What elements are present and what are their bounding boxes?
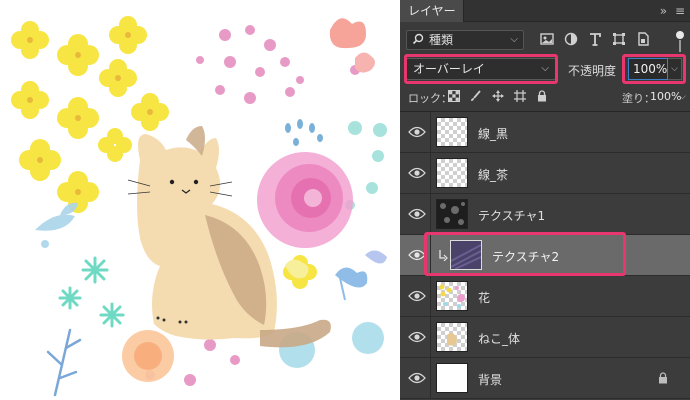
blend-mode-value: オーバーレイ [413,62,485,76]
clipping-mask-icon [439,250,448,261]
blend-mode-select[interactable]: オーバーレイ ⌵ [406,58,556,80]
divider [430,235,431,275]
layer-thumbnail [450,240,482,270]
filter-row: 種類 ⌵ [400,28,690,52]
opacity-dropdown-button[interactable]: ⌵ [668,58,682,80]
eye-icon[interactable] [408,125,426,139]
divider [430,276,431,316]
adjustment-filter-icon[interactable] [564,32,580,48]
collapse-icon[interactable]: » [660,4,667,18]
panel-menu[interactable]: » ≡ [654,0,685,22]
eye-icon[interactable] [408,330,426,344]
filter-toggle-bar [679,40,681,52]
chevron-down-icon: ⌵ [541,63,549,74]
document-canvas[interactable] [0,0,400,400]
eye-icon[interactable] [408,248,426,262]
lock-icon [659,372,667,384]
filter-toggle[interactable] [676,31,684,39]
blend-row: オーバーレイ ⌵ 不透明度 100% ⌵ [400,56,690,84]
eye-icon[interactable] [408,207,426,221]
lock-label: ロック： [408,92,452,105]
layer-name[interactable]: 花 [478,289,490,306]
layer-thumbnail [436,199,468,229]
illustration-artwork [11,16,387,397]
layer-thumbnail [436,322,468,352]
layer-thumbnail [436,363,468,393]
eye-icon[interactable] [408,166,426,180]
shape-filter-icon[interactable] [612,32,628,48]
layer-name[interactable]: テクスチャ1 [478,207,545,224]
search-icon [412,33,424,45]
eye-icon[interactable] [408,371,426,385]
layer-row[interactable]: 線_黒 [400,112,690,153]
image-filter-icon[interactable] [540,32,556,48]
layer-row[interactable]: 背景 [400,358,690,399]
divider [430,317,431,357]
lock-artboard-icon[interactable] [514,90,526,102]
layer-thumbnail [436,117,468,147]
lock-transparent-icon[interactable] [448,90,460,102]
opacity-label: 不透明度 [568,64,617,78]
layer-name[interactable]: 背景 [478,371,502,388]
layer-thumbnail [436,158,468,188]
fill-value: 100% [650,90,682,103]
layer-name[interactable]: ねこ_体 [478,330,520,347]
layer-thumbnail [436,281,468,311]
divider [430,112,431,152]
type-filter-icon[interactable] [588,32,604,48]
layer-name[interactable]: 線_黒 [478,125,508,142]
panel-tab-bar: レイヤー » ≡ [400,0,690,22]
layer-row[interactable]: テクスチャ1 [400,194,690,235]
lock-pixels-icon[interactable] [470,90,482,102]
fill-input[interactable]: 100% ⌵ [650,87,690,107]
filter-kind-select[interactable]: 種類 ⌵ [406,30,524,50]
menu-icon[interactable]: ≡ [675,0,685,22]
divider [430,153,431,193]
divider [430,358,431,398]
layer-row[interactable]: ねこ_体 [400,317,690,358]
tab-layers[interactable]: レイヤー [400,0,464,22]
smart-object-filter-icon[interactable] [636,32,652,48]
layer-name[interactable]: テクスチャ2 [492,248,559,265]
divider [430,194,431,234]
layer-row[interactable]: 花 [400,276,690,317]
layer-row-selected[interactable]: テクスチャ2 [400,235,690,276]
chevron-down-icon: ⌵ [679,92,686,102]
filter-kind-value: 種類 [429,33,454,47]
eye-icon[interactable] [408,289,426,303]
layer-name[interactable]: 線_茶 [478,166,508,183]
lock-row: ロック： 塗り： 100% ⌵ [400,86,690,108]
layer-row[interactable]: 線_茶 [400,153,690,194]
chevron-down-icon: ⌵ [510,34,518,45]
lock-all-icon[interactable] [536,90,548,102]
layer-list: 線_黒 線_茶 テクスチャ1 テクスチャ2 花 ねこ_体 背景 [400,111,690,400]
lock-position-icon[interactable] [492,90,504,102]
opacity-input[interactable]: 100% [628,58,668,80]
layers-panel: レイヤー » ≡ 種類 ⌵ オーバーレイ ⌵ 不透明度 100% ⌵ ロック： … [400,0,690,400]
